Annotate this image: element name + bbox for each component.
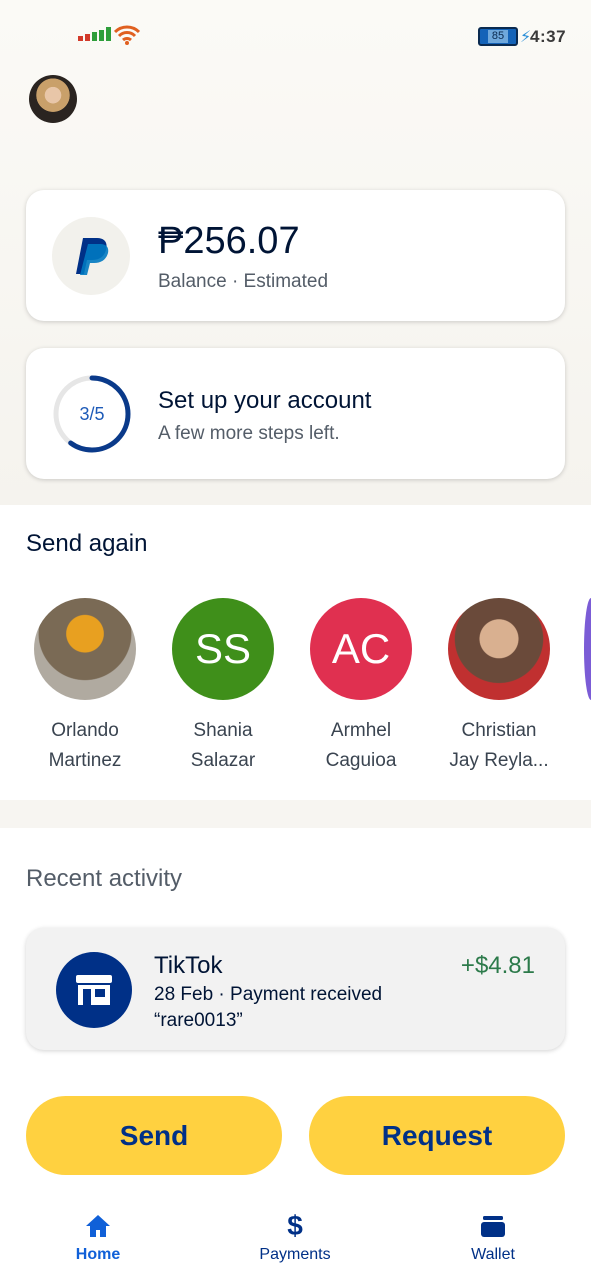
request-button[interactable]: Request [309,1096,565,1175]
contact-avatar [34,598,136,700]
activity-detail: 28 Feb · Payment received [154,984,383,1005]
bottom-nav: Home $ Payments Wallet [0,1200,591,1280]
nav-home-label: Home [75,1246,121,1263]
contact-orlando[interactable]: Orlando Martinez [15,598,155,776]
battery-level: 85 [487,30,509,43]
contact-avatar: SS [172,598,274,700]
activity-merchant: TikTok [154,952,223,979]
nav-home[interactable]: Home [38,1210,158,1264]
activity-item[interactable]: TikTok 28 Feb · Payment received “rare00… [26,928,565,1050]
nav-payments-label: Payments [259,1246,331,1263]
dollar-icon: $ [287,1210,303,1241]
contact-avatar: AC [310,598,412,700]
setup-progress-label: 3/5 [79,403,105,424]
nav-wallet[interactable]: Wallet [433,1210,553,1264]
contact-name: Shania Salazar [190,720,256,771]
send-again-title: Send again [26,530,148,557]
contact-christian[interactable]: Christian Jay Reyla... [429,598,569,776]
signal-icon [78,27,111,41]
contact-peek[interactable] [584,598,591,700]
recent-activity-title: Recent activity [26,865,183,892]
contact-shania[interactable]: SS Shania Salazar [153,598,293,776]
battery-icon: 85 [478,27,518,46]
paypal-logo-icon [52,217,130,295]
setup-subtitle: A few more steps left. [158,423,340,444]
activity-note: “rare0013” [154,1010,243,1031]
status-bar: 85 ⚡ 4:37 [0,0,591,70]
send-button[interactable]: Send [26,1096,282,1175]
contact-name: Armhel Caguioa [325,720,397,771]
nav-wallet-label: Wallet [471,1246,515,1263]
wifi-icon [114,25,140,45]
section-divider [0,800,591,828]
contact-avatar [448,598,550,700]
setup-account-card[interactable]: 3/5 Set up your account A few more steps… [26,348,565,479]
wallet-icon [433,1210,553,1242]
status-time: 4:37 [530,27,567,46]
balance-amount: ₱256.07 [158,220,300,262]
nav-payments[interactable]: $ Payments [235,1210,355,1264]
setup-title: Set up your account [158,387,372,414]
contact-armhel[interactable]: AC Armhel Caguioa [291,598,431,776]
activity-amount: +$4.81 [460,952,535,979]
contact-name: Christian Jay Reyla... [449,720,549,771]
contact-name: Orlando Martinez [48,720,122,771]
balance-caption: Balance · Estimated [158,271,329,292]
home-icon [38,1210,158,1242]
profile-avatar[interactable] [29,75,77,123]
balance-card[interactable]: ₱256.07 Balance · Estimated [26,190,565,321]
store-icon [56,952,132,1028]
